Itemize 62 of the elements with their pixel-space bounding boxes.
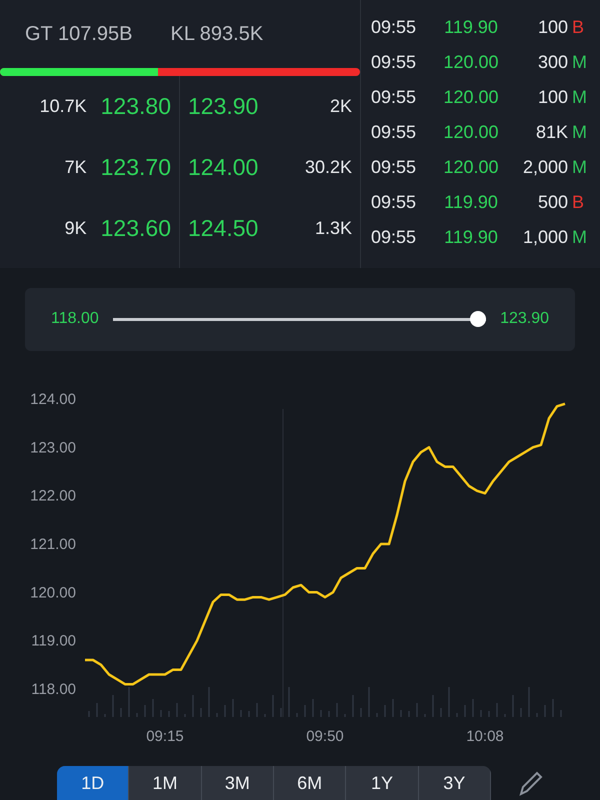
trade-side: M — [572, 157, 588, 178]
axis-label: 09:50 — [306, 728, 344, 745]
trade-time: 09:55 — [371, 52, 418, 73]
trade-side: M — [572, 87, 588, 108]
trade-price: 119.90 — [443, 192, 499, 213]
ask-price: 124.50 — [188, 215, 258, 242]
period-tab[interactable]: 1D — [57, 766, 130, 800]
trade-volume: 2,000 — [522, 157, 569, 178]
trade-time: 09:55 — [371, 87, 418, 108]
bid-volume: 10.7K — [40, 96, 87, 118]
ask-volume: 2K — [330, 96, 352, 118]
axis-label: 120.00 — [30, 584, 76, 602]
trade-price: 120.00 — [442, 87, 500, 108]
value-stat: GT 107.95B — [25, 22, 132, 46]
axis-label: 119.00 — [31, 632, 76, 650]
trade-time: 09:55 — [371, 122, 418, 143]
period-tab[interactable]: 3M — [202, 766, 274, 800]
trade-volume: 100 — [536, 87, 569, 108]
bid-price: 123.60 — [100, 215, 171, 242]
axis-label: 123.00 — [30, 439, 76, 456]
trade-time: 09:55 — [371, 17, 418, 38]
trade-side: M — [572, 227, 588, 248]
range-high-value: 123.90 — [500, 310, 549, 328]
axis-label: 121.00 — [30, 536, 76, 553]
trade-side: B — [572, 17, 586, 38]
trade-side: M — [572, 52, 588, 73]
trade-side: M — [572, 122, 588, 143]
ask-volume: 30.2K — [304, 157, 352, 178]
ask-price: 123.90 — [188, 93, 258, 120]
axis-label: 118.00 — [31, 681, 76, 698]
bid-price: 123.70 — [100, 154, 171, 182]
trade-side: B — [572, 192, 586, 213]
axis-label: 10:08 — [466, 728, 504, 745]
axis-label: 124.00 — [30, 391, 76, 408]
trade-price: 119.90 — [443, 227, 499, 248]
ask-volume: 1.3K — [314, 218, 352, 240]
volume-stat: KL 893.5K — [170, 22, 264, 46]
period-tab[interactable]: 1M — [129, 766, 202, 800]
pencil-icon[interactable] — [517, 770, 543, 796]
slider-thumb[interactable] — [470, 311, 486, 328]
ask-price: 124.00 — [188, 154, 258, 182]
trade-volume: 1,000 — [522, 227, 569, 248]
trade-price: 120.00 — [442, 52, 500, 73]
trade-volume: 300 — [536, 52, 569, 73]
period-tab[interactable]: 6M — [274, 766, 346, 800]
period-tab[interactable]: 3Y — [418, 766, 491, 800]
axis-label: 122.00 — [30, 488, 76, 505]
bid-volume: 7K — [64, 157, 87, 178]
bid-volume: 9K — [64, 218, 87, 240]
trade-price: 119.90 — [443, 17, 499, 38]
trade-price: 120.00 — [442, 157, 500, 178]
trade-volume: 100 — [536, 17, 569, 38]
axis-label: 09:15 — [146, 728, 184, 745]
trade-volume: 81K — [534, 122, 569, 143]
trade-time: 09:55 — [371, 227, 418, 248]
trade-price: 120.00 — [442, 122, 500, 143]
bid-price: 123.80 — [100, 93, 171, 120]
trade-volume: 500 — [536, 192, 569, 213]
trade-time: 09:55 — [371, 192, 418, 213]
range-low-value: 118.00 — [51, 310, 99, 328]
trade-time: 09:55 — [371, 157, 418, 178]
period-tab[interactable]: 1Y — [346, 766, 419, 800]
